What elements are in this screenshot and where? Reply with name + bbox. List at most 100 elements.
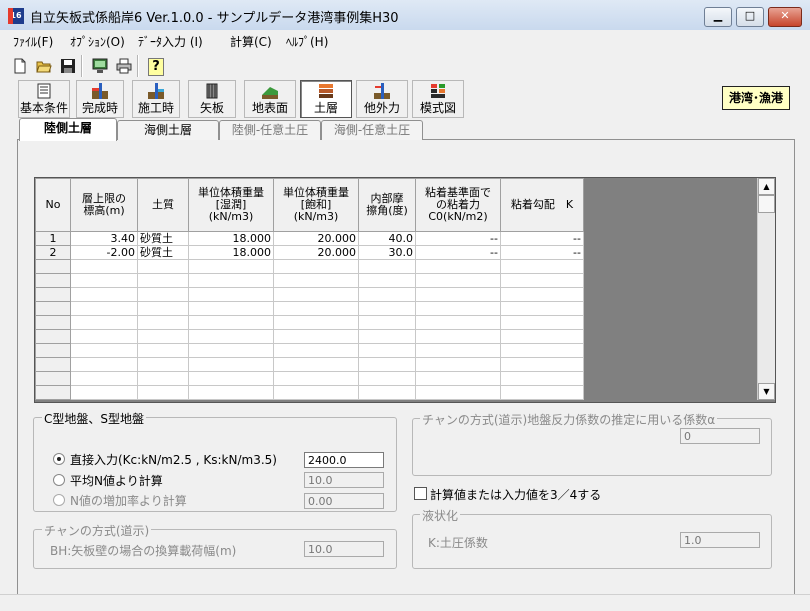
toolbar-sheet-pile[interactable]: 矢板 bbox=[188, 80, 236, 118]
scroll-thumb[interactable] bbox=[758, 195, 775, 213]
table-row[interactable] bbox=[35, 259, 584, 274]
radio-average-n[interactable] bbox=[53, 474, 65, 486]
grid-cell[interactable] bbox=[188, 343, 274, 358]
grid-cell[interactable] bbox=[273, 329, 359, 344]
grid-cell[interactable] bbox=[415, 259, 501, 274]
tab-sea-side-soil[interactable]: 海側土層 bbox=[117, 120, 219, 140]
grid-cell[interactable] bbox=[500, 315, 584, 330]
grid-cell[interactable]: 40.0 bbox=[358, 231, 416, 246]
save-button[interactable] bbox=[56, 55, 80, 79]
toolbar-schematic[interactable]: 模式図 bbox=[412, 80, 464, 118]
tab-land-side-soil[interactable]: 陸側土層 bbox=[19, 118, 117, 141]
grid-cell[interactable] bbox=[358, 385, 416, 400]
average-n-field[interactable]: 10.0 bbox=[304, 472, 384, 488]
menu-options[interactable]: ｵﾌﾟｼｮﾝ(O) bbox=[70, 33, 125, 50]
grid-cell[interactable] bbox=[358, 315, 416, 330]
grid-cell[interactable] bbox=[137, 357, 189, 372]
grid-cell[interactable] bbox=[500, 357, 584, 372]
grid-cell[interactable]: 20.000 bbox=[273, 231, 359, 246]
table-row[interactable] bbox=[35, 329, 584, 344]
grid-cell[interactable] bbox=[415, 315, 501, 330]
grid-cell[interactable] bbox=[70, 287, 138, 302]
open-button[interactable] bbox=[32, 55, 56, 79]
grid-cell[interactable] bbox=[358, 357, 416, 372]
direct-input-field[interactable]: 2400.0 bbox=[304, 452, 384, 468]
grid-cell[interactable]: 20.000 bbox=[273, 245, 359, 260]
grid-cell[interactable] bbox=[188, 315, 274, 330]
grid-cell[interactable]: 30.0 bbox=[358, 245, 416, 260]
scroll-up-arrow-icon[interactable]: ▲ bbox=[758, 178, 775, 195]
grid-cell[interactable]: 砂質土 bbox=[137, 245, 189, 260]
grid-cell[interactable] bbox=[415, 301, 501, 316]
grid-cell[interactable] bbox=[358, 371, 416, 386]
grid-cell[interactable] bbox=[358, 273, 416, 288]
help-button[interactable]: ? bbox=[144, 55, 168, 79]
grid-cell[interactable] bbox=[70, 315, 138, 330]
grid-cell[interactable] bbox=[415, 329, 501, 344]
grid-cell[interactable] bbox=[415, 273, 501, 288]
grid-cell[interactable] bbox=[70, 357, 138, 372]
toolbar-completion[interactable]: 完成時 bbox=[76, 80, 124, 118]
grid-cell[interactable] bbox=[188, 287, 274, 302]
grid-cell[interactable] bbox=[273, 385, 359, 400]
toolbar-construction[interactable]: 施工時 bbox=[132, 80, 180, 118]
table-row[interactable] bbox=[35, 343, 584, 358]
grid-cell[interactable] bbox=[70, 273, 138, 288]
preview-button[interactable] bbox=[88, 55, 112, 79]
earth-pressure-coef-field[interactable]: 1.0 bbox=[680, 532, 760, 548]
grid-cell[interactable] bbox=[358, 259, 416, 274]
grid-vertical-scrollbar[interactable]: ▲ ▼ bbox=[757, 178, 775, 400]
grid-cell[interactable] bbox=[358, 329, 416, 344]
grid-cell[interactable] bbox=[188, 357, 274, 372]
grid-cell[interactable] bbox=[70, 259, 138, 274]
grid-cell[interactable] bbox=[137, 273, 189, 288]
grid-cell[interactable] bbox=[500, 273, 584, 288]
tab-sea-side-arbitrary-pressure[interactable]: 海側-任意土圧 bbox=[321, 120, 423, 140]
grid-cell[interactable] bbox=[273, 301, 359, 316]
n-increase-rate-field[interactable]: 0.00 bbox=[304, 493, 384, 509]
menu-help[interactable]: ﾍﾙﾌﾟ(H) bbox=[286, 33, 328, 50]
toolbar-other-forces[interactable]: 他外力 bbox=[356, 80, 408, 118]
grid-cell[interactable] bbox=[137, 385, 189, 400]
grid-cell[interactable] bbox=[273, 273, 359, 288]
grid-cell[interactable] bbox=[188, 385, 274, 400]
grid-cell[interactable] bbox=[273, 287, 359, 302]
radio-n-increase-rate[interactable] bbox=[53, 494, 65, 506]
grid-cell[interactable] bbox=[273, 343, 359, 358]
grid-cell[interactable]: 18.000 bbox=[188, 245, 274, 260]
grid-cell[interactable] bbox=[137, 315, 189, 330]
menu-file[interactable]: ﾌｧｲﾙ(F) bbox=[13, 33, 53, 50]
table-row[interactable] bbox=[35, 357, 584, 372]
grid-cell[interactable] bbox=[137, 329, 189, 344]
tab-land-side-arbitrary-pressure[interactable]: 陸側-任意土圧 bbox=[219, 120, 321, 140]
grid-cell[interactable]: -- bbox=[500, 245, 584, 260]
grid-cell[interactable] bbox=[70, 329, 138, 344]
table-row[interactable] bbox=[35, 371, 584, 386]
grid-cell[interactable] bbox=[415, 287, 501, 302]
grid-cell[interactable] bbox=[500, 287, 584, 302]
grid-cell[interactable] bbox=[273, 259, 359, 274]
grid-cell[interactable]: -- bbox=[415, 245, 501, 260]
minimize-button[interactable]: ▁ bbox=[704, 7, 732, 27]
grid-cell[interactable]: -- bbox=[415, 231, 501, 246]
grid-cell[interactable] bbox=[500, 301, 584, 316]
alpha-field[interactable]: 0 bbox=[680, 428, 760, 444]
menu-calculate[interactable]: 計算(C) bbox=[230, 33, 272, 50]
radio-direct-input[interactable] bbox=[53, 453, 65, 465]
table-row[interactable] bbox=[35, 273, 584, 288]
grid-cell[interactable] bbox=[500, 259, 584, 274]
grid-cell[interactable]: 18.000 bbox=[188, 231, 274, 246]
grid-cell[interactable]: 3.40 bbox=[70, 231, 138, 246]
three-quarter-checkbox[interactable] bbox=[414, 487, 427, 500]
menu-data-input[interactable]: ﾃﾞｰﾀ入力 (I) bbox=[138, 33, 203, 50]
grid-cell[interactable] bbox=[415, 371, 501, 386]
grid-cell[interactable]: 砂質土 bbox=[137, 231, 189, 246]
grid-cell[interactable] bbox=[358, 301, 416, 316]
table-row[interactable] bbox=[35, 315, 584, 330]
grid-cell[interactable] bbox=[137, 287, 189, 302]
grid-cell[interactable] bbox=[500, 385, 584, 400]
grid-cell[interactable] bbox=[415, 343, 501, 358]
grid-cell[interactable] bbox=[137, 371, 189, 386]
new-file-button[interactable] bbox=[8, 55, 32, 79]
table-row[interactable]: 2 -2.00 砂質土 18.000 20.000 30.0 -- -- bbox=[35, 245, 584, 260]
